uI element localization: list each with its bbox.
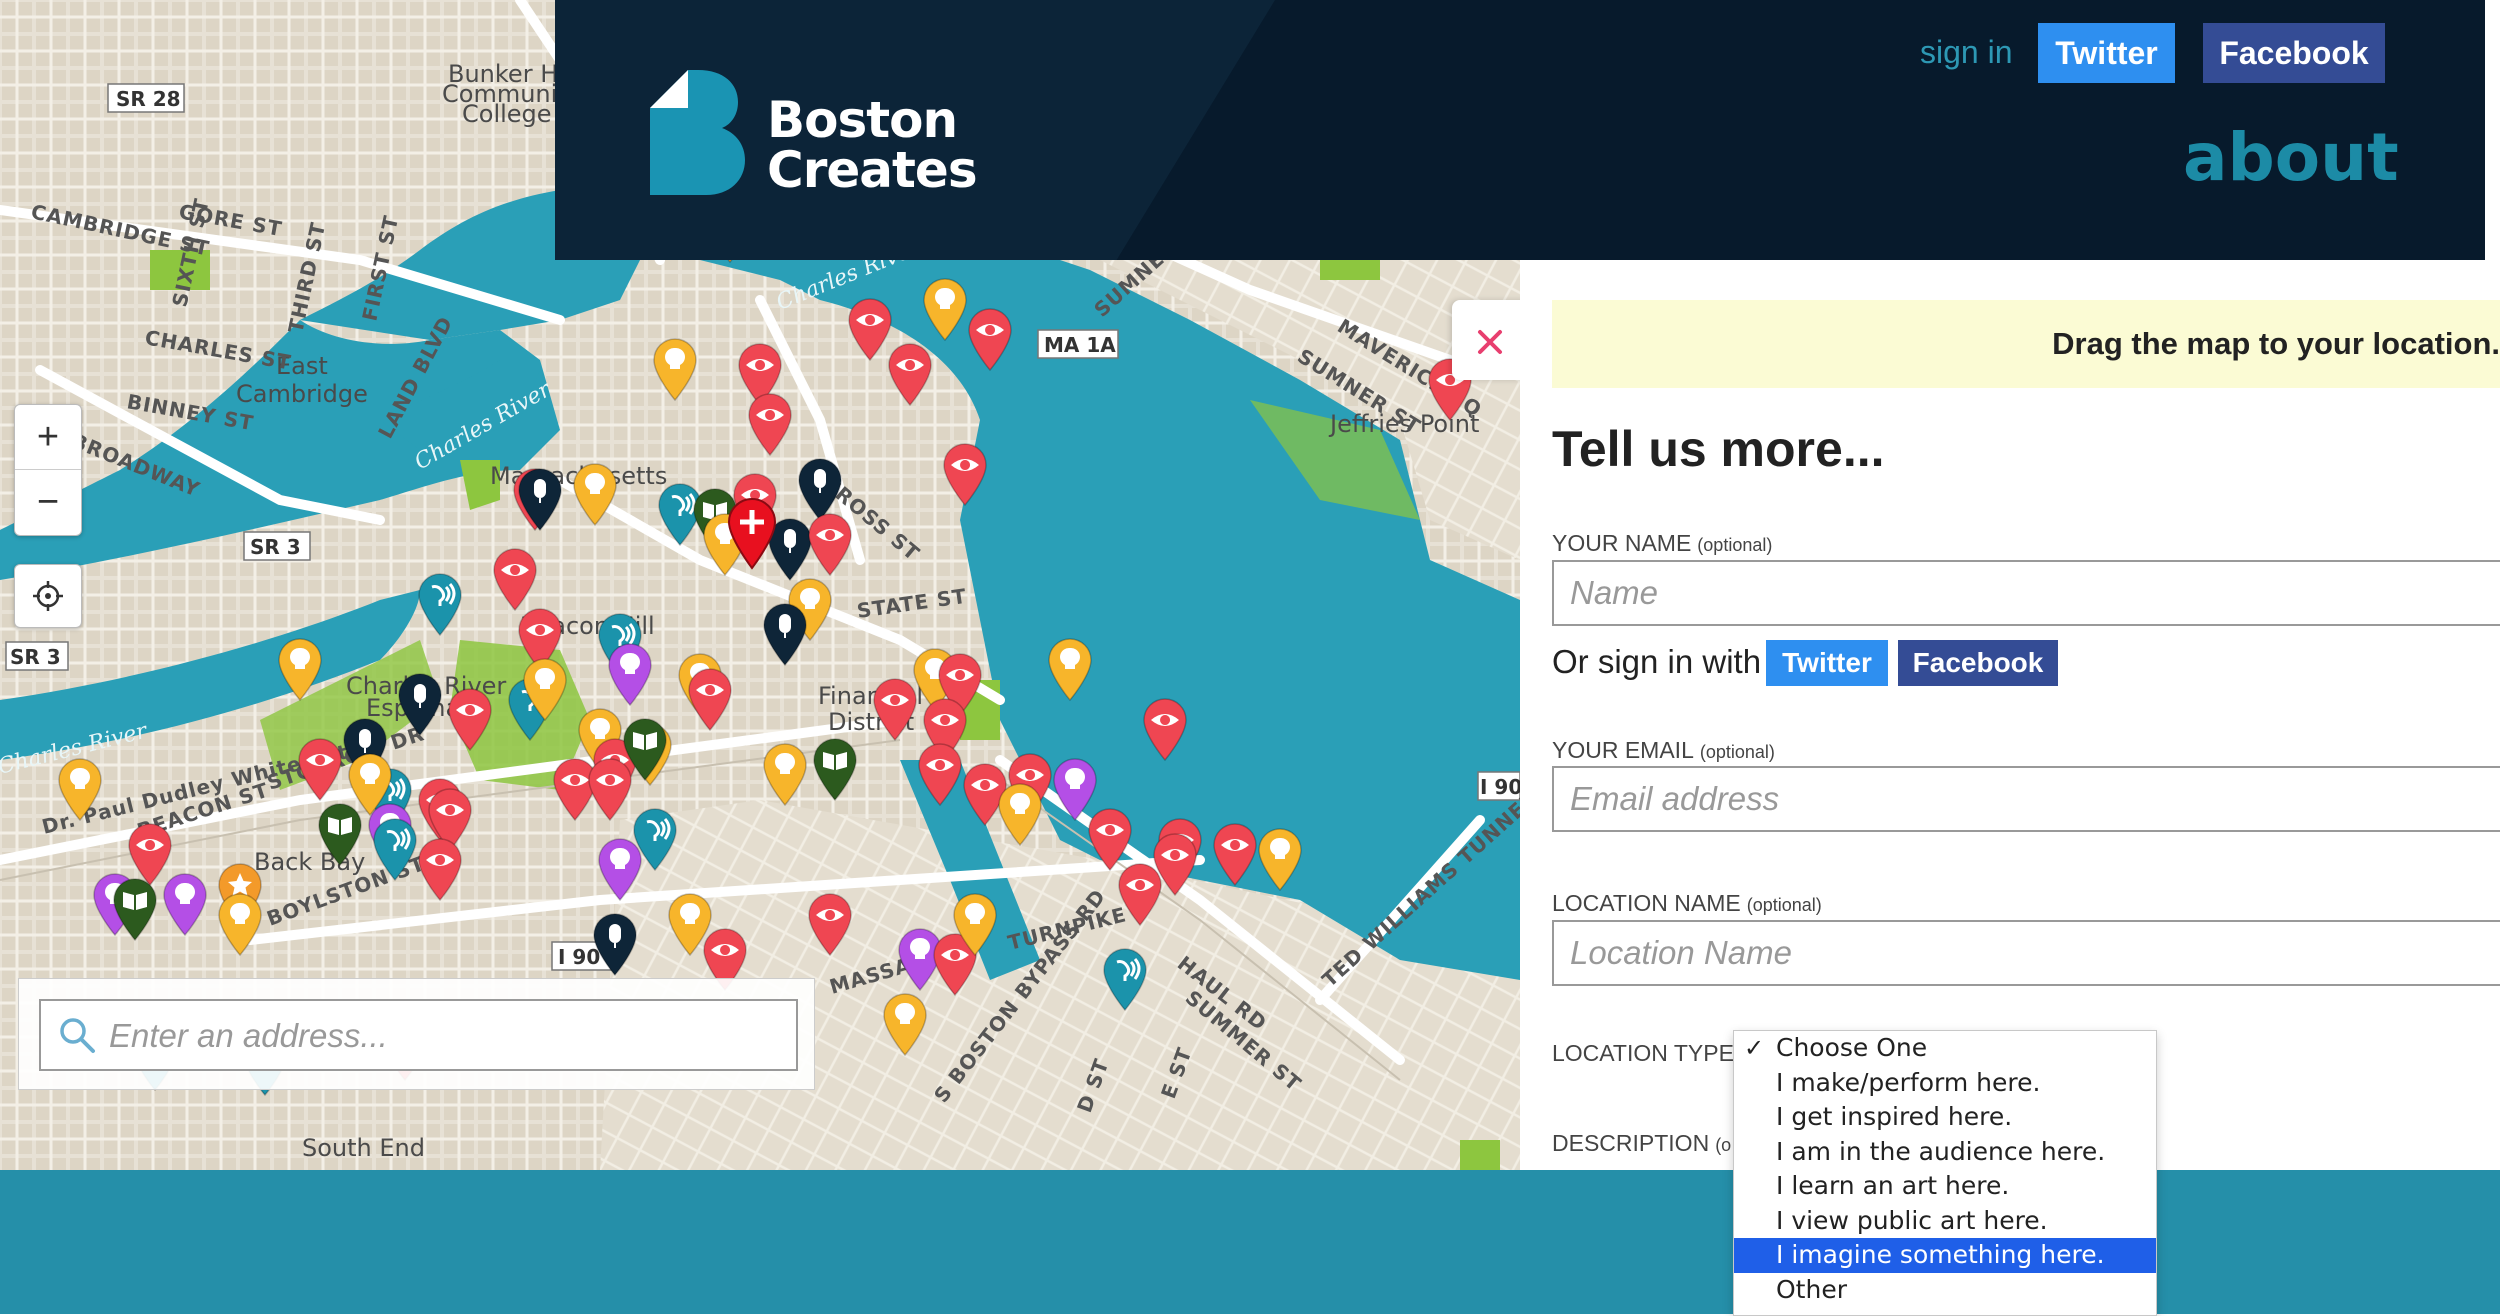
svg-text:I 90: I 90: [1480, 775, 1520, 799]
form-title: Tell us more...: [1552, 421, 1885, 477]
logo-line-1: Boston: [767, 91, 958, 149]
svg-text:MA 1A: MA 1A: [1044, 333, 1116, 357]
option-label: I view public art here.: [1776, 1205, 2048, 1235]
svg-text:SR 3: SR 3: [250, 535, 301, 559]
twitter-header-button[interactable]: Twitter: [2038, 23, 2175, 83]
location-name-field[interactable]: [1552, 920, 2500, 986]
zoom-in-button[interactable]: +: [15, 405, 81, 470]
location-type-option[interactable]: I get inspired here.: [1734, 1100, 2156, 1135]
checkmark-icon: ✓: [1744, 1034, 1765, 1062]
facebook-signin-button[interactable]: Facebook: [1898, 640, 2058, 686]
description-optional: (o: [1715, 1135, 1732, 1155]
address-search-input[interactable]: [107, 1001, 791, 1071]
location-type-option[interactable]: Other: [1734, 1273, 2156, 1308]
address-search-panel: [18, 978, 815, 1090]
location-name-label-text: LOCATION NAME: [1552, 890, 1741, 916]
location-type-option[interactable]: I am in the audience here.: [1734, 1135, 2156, 1170]
option-label: I learn an art here.: [1776, 1171, 2010, 1200]
boston-creates-logo-icon[interactable]: [650, 70, 745, 195]
zoom-out-button[interactable]: −: [15, 470, 81, 534]
svg-text:SR 3: SR 3: [10, 645, 61, 669]
option-label: Choose One: [1776, 1033, 1928, 1062]
crosshair-icon: [33, 581, 63, 611]
park-small-4: [1460, 1140, 1500, 1170]
option-label: I make/perform here.: [1776, 1067, 2041, 1097]
location-type-dropdown[interactable]: ✓ Choose One I make/perform here. I get i…: [1733, 1030, 2157, 1316]
locate-me-button[interactable]: [14, 564, 82, 628]
drag-notice-text: Drag the map to your location.: [2052, 326, 2500, 361]
address-search-field: [39, 999, 798, 1071]
or-signin-text: Or sign in with: [1552, 643, 1762, 680]
svg-text:I 90: I 90: [558, 945, 600, 969]
sign-in-link[interactable]: sign in: [1920, 34, 2013, 71]
location-type-option-highlighted[interactable]: I imagine something here.: [1734, 1238, 2156, 1273]
route-shield-ma1a: MA 1A: [1037, 329, 1119, 359]
search-icon: [60, 1018, 95, 1053]
name-label: YOUR NAME (optional): [1552, 530, 1772, 557]
location-type-option[interactable]: I make/perform here.: [1734, 1066, 2156, 1101]
option-label: I imagine something here.: [1776, 1240, 2105, 1269]
email-label: YOUR EMAIL (optional): [1552, 737, 1775, 764]
zoom-control: + −: [14, 404, 82, 536]
label-cambridge: Cambridge: [236, 380, 368, 408]
option-label: Other: [1776, 1274, 1847, 1304]
facebook-header-button[interactable]: Facebook: [2203, 23, 2385, 83]
label-college: College: [462, 100, 552, 128]
route-shield-sr3: SR 3: [5, 641, 69, 671]
logo-line-2: Creates: [767, 141, 978, 199]
description-label: DESCRIPTION (o: [1552, 1130, 1731, 1157]
close-panel-button[interactable]: [1452, 300, 1528, 380]
route-shield-sr28: SR 28: [107, 83, 185, 113]
email-optional: (optional): [1699, 742, 1775, 762]
label-south-end: South End: [302, 1134, 425, 1162]
name-label-text: YOUR NAME: [1552, 530, 1692, 556]
drag-notice: Drag the map to your location.: [1552, 300, 2500, 388]
email-field[interactable]: [1552, 766, 2500, 832]
twitter-signin-button[interactable]: Twitter: [1766, 640, 1888, 686]
name-optional: (optional): [1697, 535, 1773, 555]
location-name-optional: (optional): [1746, 895, 1822, 915]
logo-wordmark[interactable]: Boston Creates: [767, 91, 978, 199]
description-label-text: DESCRIPTION: [1552, 1130, 1710, 1156]
site-header: Boston Creates sign in Twitter Facebook …: [555, 0, 2485, 260]
location-type-option[interactable]: I view public art here.: [1734, 1204, 2156, 1239]
location-name-label: LOCATION NAME (optional): [1552, 890, 1822, 917]
location-type-option[interactable]: I learn an art here.: [1734, 1169, 2156, 1204]
location-type-option[interactable]: ✓ Choose One: [1734, 1031, 2156, 1066]
name-field[interactable]: [1552, 560, 2500, 626]
about-link[interactable]: about: [2183, 118, 2399, 198]
option-label: I get inspired here.: [1776, 1102, 2013, 1131]
svg-text:SR 28: SR 28: [116, 87, 181, 111]
location-type-label: LOCATION TYPE: [1552, 1040, 1734, 1066]
route-shield-sr3-top: SR 3: [243, 531, 311, 561]
close-icon: [1478, 330, 1502, 354]
option-label: I am in the audience here.: [1776, 1136, 2106, 1166]
email-label-text: YOUR EMAIL: [1552, 737, 1694, 763]
